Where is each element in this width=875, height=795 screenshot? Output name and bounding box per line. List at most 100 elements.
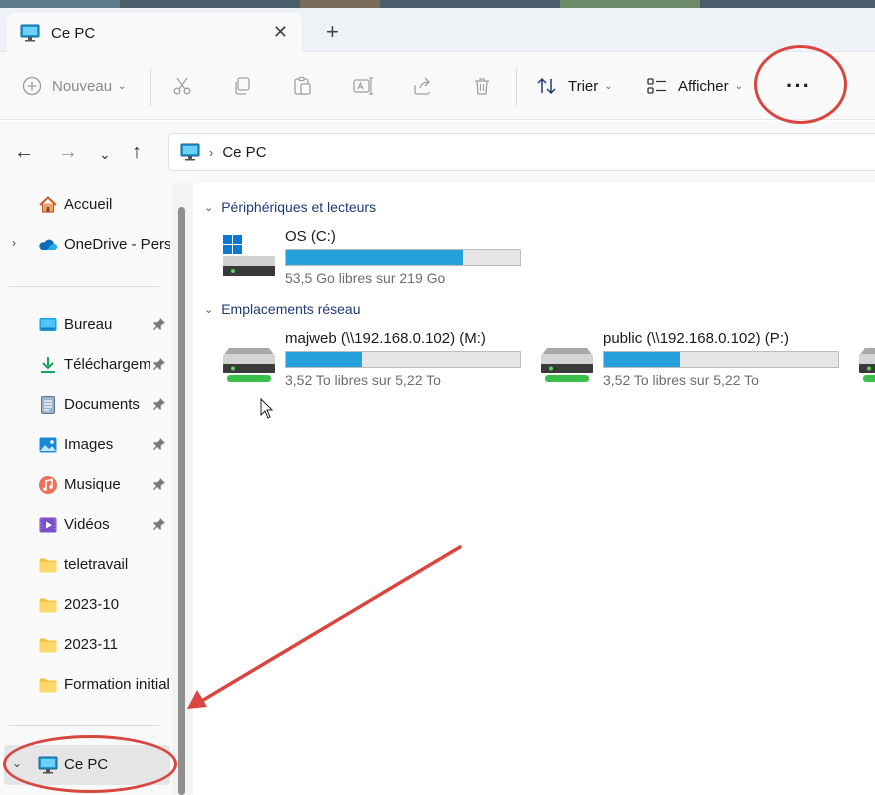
pin-icon[interactable] — [152, 477, 166, 491]
drive-majweb-m[interactable]: majweb (\\192.168.0.102) (M:) 3,52 To li… — [223, 330, 543, 390]
rename-button[interactable] — [352, 52, 374, 120]
documents-icon — [41, 396, 55, 414]
sidebar-item-2023-10[interactable]: 2023-10 — [0, 585, 172, 625]
view-button[interactable]: Afficher ⌄ — [646, 52, 743, 120]
divider — [516, 68, 517, 106]
windows-drive-icon — [223, 235, 275, 276]
sidebar-item-label: teletravail — [64, 556, 129, 573]
copy-button[interactable] — [232, 52, 252, 120]
sidebar-item-images[interactable]: Images — [0, 425, 172, 465]
plus-circle-icon — [22, 76, 42, 96]
sort-button[interactable]: Trier ⌄ — [536, 52, 613, 120]
share-button[interactable] — [412, 52, 432, 120]
sidebar-item-label: 2023-10 — [64, 596, 120, 613]
sidebar-item-2023-11[interactable]: 2023-11 — [0, 625, 172, 665]
download-icon — [41, 357, 55, 373]
chevron-down-icon: ⌄ — [204, 201, 214, 214]
address-bar[interactable]: › Ce PC — [168, 133, 875, 171]
navigation-pane: Accueil › OneDrive - Personnel Bureau Té… — [0, 183, 172, 795]
drive-usage-fill — [286, 352, 363, 367]
sidebar-item-videos[interactable]: Vidéos — [0, 505, 172, 545]
pin-icon[interactable] — [152, 397, 166, 411]
sidebar-item-documents[interactable]: Documents — [0, 385, 172, 425]
drive-public-p[interactable]: public (\\192.168.0.102) (P:) 3,52 To li… — [541, 330, 861, 390]
chevron-down-icon: ⌄ — [604, 80, 613, 92]
divider — [150, 68, 151, 106]
drive-name: OS (C:) — [285, 228, 336, 245]
sidebar-item-accueil[interactable]: Accueil — [0, 185, 172, 225]
breadcrumb-chevron-icon[interactable]: › — [209, 145, 213, 160]
breadcrumb-ce-pc[interactable]: Ce PC — [222, 144, 266, 161]
share-icon — [414, 77, 430, 95]
sidebar-item-musique[interactable]: Musique — [0, 465, 172, 505]
cut-button[interactable] — [172, 52, 192, 120]
divider — [9, 725, 159, 726]
sidebar-item-teletravail[interactable]: teletravail — [0, 545, 172, 585]
copy-icon — [235, 77, 250, 95]
tab-bar: Ce PC ✕ + — [0, 8, 875, 53]
sidebar-item-label: OneDrive - Personnel — [64, 236, 170, 253]
back-arrow-icon[interactable]: ← — [14, 141, 34, 163]
paste-icon — [294, 76, 311, 95]
sidebar-item-label: Musique — [64, 476, 121, 493]
drive-free-space: 53,5 Go libres sur 219 Go — [285, 270, 446, 286]
folder-icon — [39, 678, 57, 693]
drive-usage-fill — [286, 250, 463, 265]
group-header-devices[interactable]: ⌄ Périphériques et lecteurs — [204, 199, 376, 215]
drive-free-space: 3,52 To libres sur 5,22 To — [285, 372, 441, 388]
view-icon — [647, 78, 666, 94]
folder-icon — [39, 558, 57, 573]
sidebar-item-label: Formation initiale — [64, 676, 170, 693]
tab-title: Ce PC — [51, 24, 96, 42]
drive-name: majweb (\\192.168.0.102) (M:) — [285, 330, 486, 347]
recent-locations-chevron-icon[interactable]: ⌄ — [99, 143, 111, 165]
chevron-down-icon: ⌄ — [204, 303, 214, 316]
drive-free-space: 3,52 To libres sur 5,22 To — [603, 372, 759, 388]
navigation-scrollbar-thumb[interactable] — [178, 207, 185, 795]
divider — [9, 286, 159, 287]
new-button[interactable]: Nouveau ⌄ — [22, 52, 126, 120]
rename-icon — [353, 77, 373, 95]
annotation-circle — [3, 735, 177, 793]
this-pc-icon — [20, 24, 40, 42]
expand-chevron-icon[interactable]: › — [12, 236, 16, 250]
paste-button[interactable] — [292, 52, 312, 120]
sidebar-item-onedrive[interactable]: › OneDrive - Personnel — [0, 225, 172, 265]
pin-icon[interactable] — [152, 317, 166, 331]
drive-usage-bar — [285, 351, 521, 368]
chevron-down-icon: ⌄ — [118, 80, 127, 92]
onedrive-icon — [39, 239, 57, 250]
drive-partial[interactable] — [859, 330, 875, 390]
new-button-label: Nouveau — [52, 77, 113, 95]
pin-icon[interactable] — [152, 357, 166, 371]
group-header-network[interactable]: ⌄ Emplacements réseau — [204, 301, 361, 317]
pin-icon[interactable] — [152, 437, 166, 451]
sort-button-label: Trier — [568, 77, 599, 95]
drive-os-c[interactable]: OS (C:) 53,5 Go libres sur 219 Go — [223, 228, 543, 288]
folder-icon — [39, 638, 57, 653]
sidebar-item-bureau[interactable]: Bureau — [0, 305, 172, 345]
home-icon — [39, 196, 57, 213]
sidebar-item-label: Images — [64, 436, 114, 453]
content-area: ⌄ Périphériques et lecteurs OS (C:) 53,5… — [193, 183, 875, 795]
sidebar-item-formation-initiale[interactable]: Formation initiale — [0, 665, 172, 705]
group-title: Emplacements réseau — [221, 301, 361, 317]
network-drive-icon — [859, 348, 875, 382]
sidebar-item-telechargements[interactable]: Téléchargements — [0, 345, 172, 385]
delete-button[interactable] — [472, 52, 492, 120]
sidebar-item-label: 2023-11 — [64, 636, 118, 653]
network-drive-icon — [541, 348, 593, 382]
new-tab-button[interactable]: + — [326, 20, 339, 44]
close-tab-icon[interactable]: ✕ — [273, 22, 288, 42]
command-bar: Nouveau ⌄ Trier ⌄ Afficher ⌄ ··· — [0, 52, 875, 120]
chevron-down-icon: ⌄ — [734, 80, 743, 92]
annotation-circle — [754, 45, 847, 124]
tab-ce-pc[interactable]: Ce PC ✕ — [7, 13, 302, 53]
sidebar-item-label: Documents — [64, 396, 140, 413]
pin-icon[interactable] — [152, 517, 166, 531]
sort-icon — [537, 77, 556, 95]
drive-name: public (\\192.168.0.102) (P:) — [603, 330, 789, 347]
up-arrow-icon[interactable]: ↑ — [132, 141, 142, 163]
forward-arrow-icon[interactable]: → — [58, 141, 78, 163]
trash-icon — [475, 78, 489, 95]
